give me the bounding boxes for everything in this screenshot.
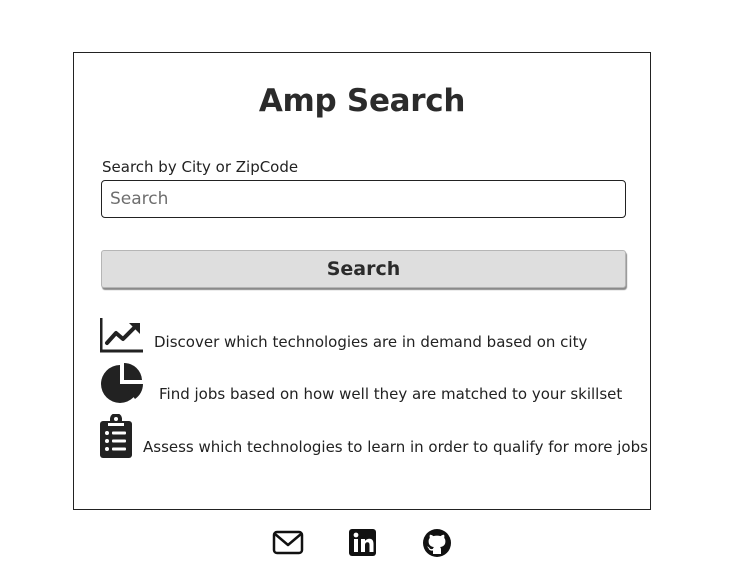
footer-links	[0, 526, 736, 560]
search-card: Amp Search Search by City or ZipCode Sea…	[73, 52, 651, 510]
feature-item-skillset: Find jobs based on how well they are mat…	[100, 361, 622, 405]
linkedin-link[interactable]	[347, 526, 379, 560]
search-label: Search by City or ZipCode	[102, 158, 299, 176]
line-chart-icon	[99, 317, 144, 353]
feature-text: Discover which technologies are in deman…	[154, 333, 588, 351]
search-input[interactable]	[101, 180, 626, 218]
email-link[interactable]	[272, 526, 304, 560]
feature-item-demand: Discover which technologies are in deman…	[99, 309, 588, 353]
github-icon	[421, 529, 453, 564]
clipboard-list-icon	[100, 413, 132, 458]
pie-chart-icon	[100, 361, 148, 405]
feature-item-learn: Assess which technologies to learn in or…	[100, 413, 648, 458]
page-title: Amp Search	[258, 83, 466, 119]
feature-text: Assess which technologies to learn in or…	[143, 438, 648, 456]
linkedin-icon	[347, 529, 379, 564]
search-button[interactable]: Search	[101, 250, 626, 288]
feature-text: Find jobs based on how well they are mat…	[159, 385, 623, 403]
github-link[interactable]	[421, 526, 453, 560]
email-icon	[272, 530, 304, 564]
